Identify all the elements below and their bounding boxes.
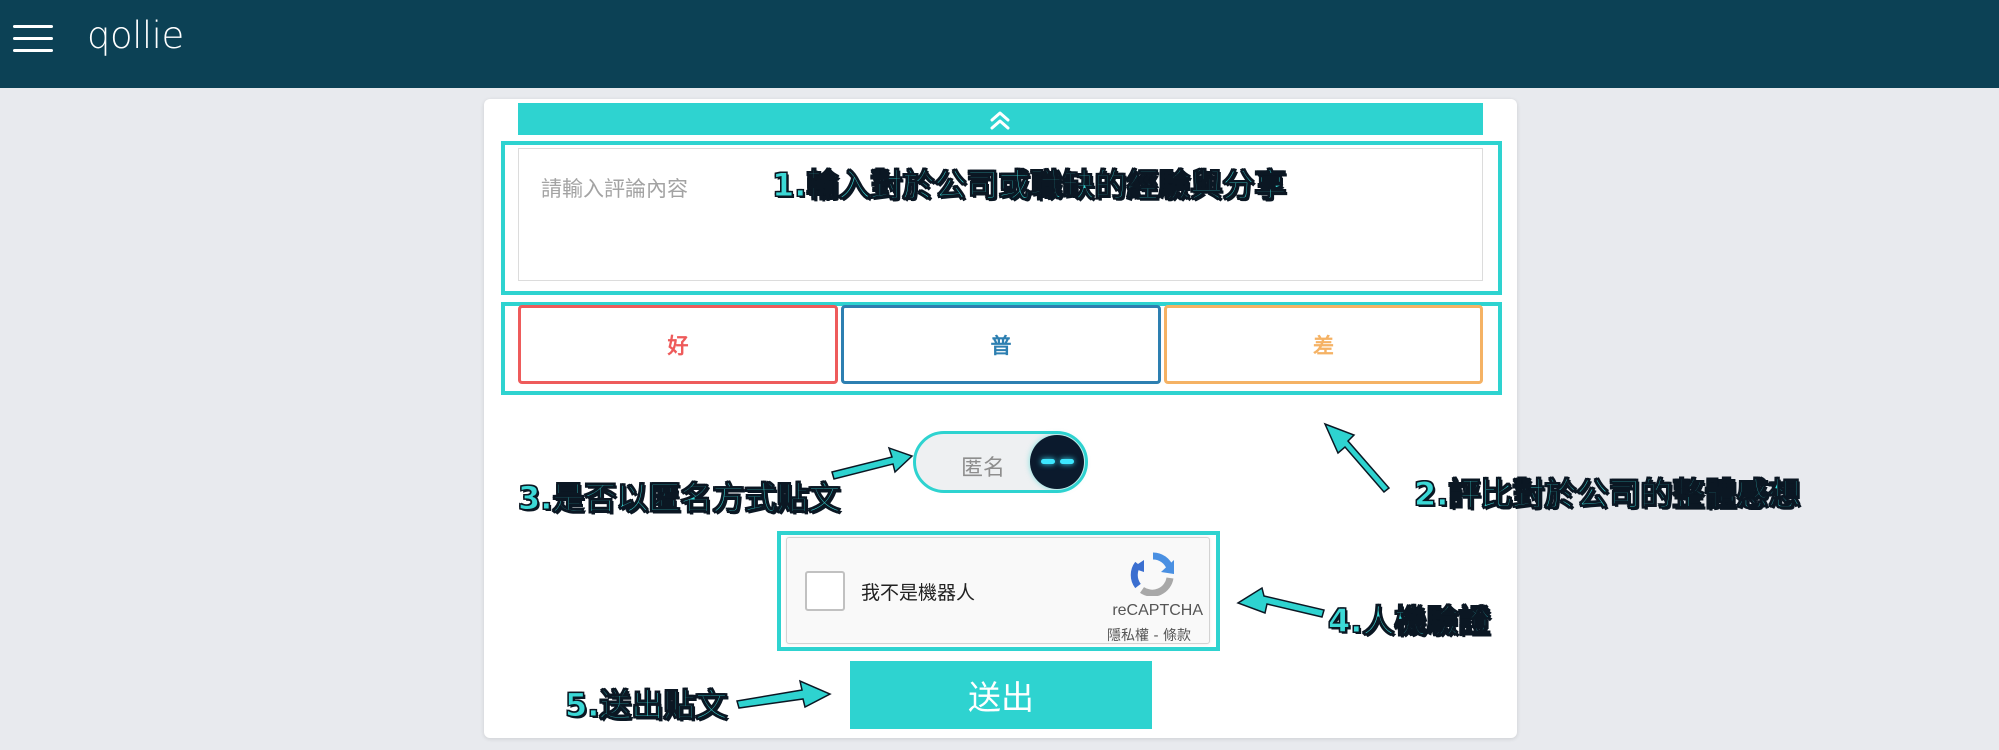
arrow-step5 xyxy=(736,679,832,709)
arrow-step3 xyxy=(831,446,914,480)
arrow-step4 xyxy=(1236,586,1325,618)
annotation-arrows xyxy=(736,422,1391,709)
arrow-step2 xyxy=(1323,422,1391,494)
